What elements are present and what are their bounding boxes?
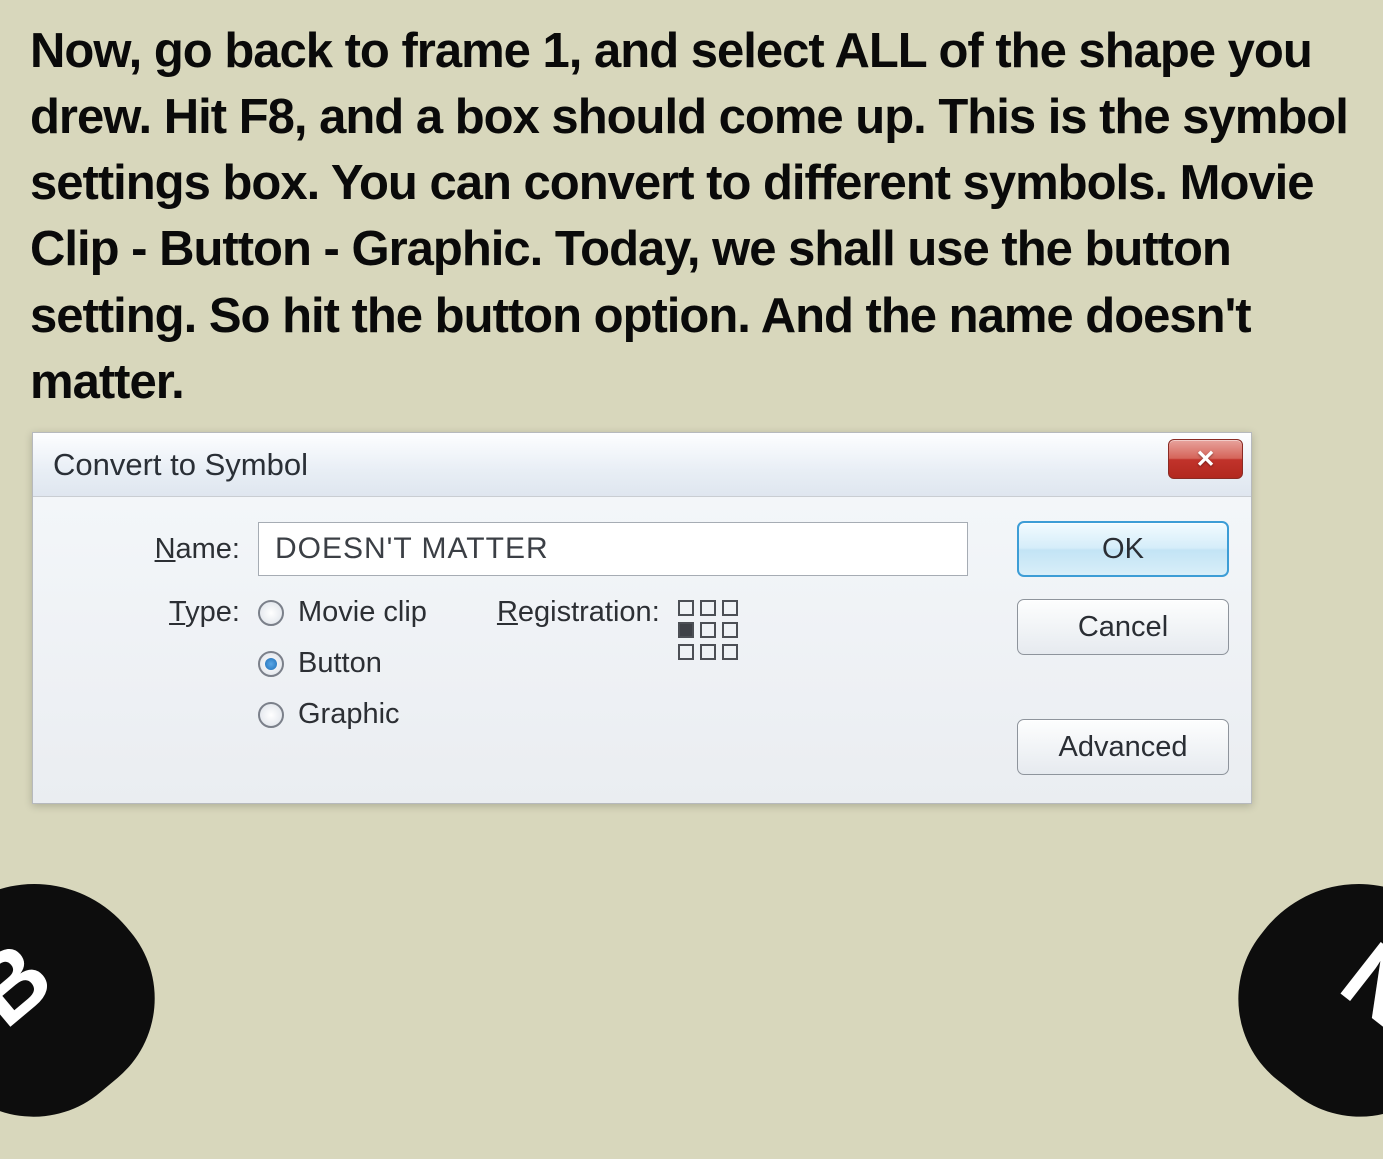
type-option-button[interactable]: Button [258, 647, 427, 680]
registration-grid[interactable] [678, 600, 738, 660]
name-label-accel: N [155, 533, 176, 565]
symbol-name-input[interactable] [258, 522, 968, 576]
radio-icon [258, 600, 284, 626]
registration-block: Registration: [497, 596, 738, 660]
radio-icon [258, 702, 284, 728]
badge-letter: N [1322, 921, 1383, 1049]
dialog-button-column: OK Cancel Advanced [1017, 521, 1229, 775]
registration-label: Registration: [497, 596, 660, 629]
reg-point-bc[interactable] [700, 644, 716, 660]
close-icon: ✕ [1195, 445, 1215, 474]
radio-label: Movie clip [298, 596, 427, 629]
ok-button[interactable]: OK [1017, 521, 1229, 577]
type-label: Type: [73, 596, 258, 629]
corner-badge-left: B [0, 835, 197, 1159]
type-option-graphic[interactable]: Graphic [258, 698, 427, 731]
reg-point-tr[interactable] [722, 600, 738, 616]
radio-label: Button [298, 647, 382, 680]
type-option-movie-clip[interactable]: Movie clip [258, 596, 427, 629]
cancel-button[interactable]: Cancel [1017, 599, 1229, 655]
name-label-rest: ame: [176, 533, 240, 565]
advanced-button[interactable]: Advanced [1017, 719, 1229, 775]
type-radio-group: Movie clip Button Graphic [258, 596, 427, 731]
reg-point-mc[interactable] [700, 622, 716, 638]
name-label: Name: [73, 533, 258, 566]
reg-point-mr[interactable] [722, 622, 738, 638]
reg-point-bl[interactable] [678, 644, 694, 660]
reg-point-tc[interactable] [700, 600, 716, 616]
type-label-accel: T [169, 596, 185, 628]
convert-to-symbol-dialog: Convert to Symbol ✕ Name: Type: Movie cl… [32, 432, 1252, 804]
dialog-title: Convert to Symbol [53, 447, 1241, 483]
registration-label-accel: R [497, 596, 518, 628]
tutorial-instruction-text: Now, go back to frame 1, and select ALL … [0, 0, 1383, 425]
corner-badge-right: N [1197, 836, 1383, 1159]
reg-point-ml[interactable] [678, 622, 694, 638]
radio-label: Graphic [298, 698, 400, 731]
close-button[interactable]: ✕ [1168, 439, 1243, 479]
registration-label-rest: egistration: [518, 596, 660, 628]
badge-letter: B [0, 920, 73, 1048]
radio-icon [258, 651, 284, 677]
reg-point-tl[interactable] [678, 600, 694, 616]
dialog-titlebar[interactable]: Convert to Symbol ✕ [33, 433, 1251, 497]
type-label-rest: ype: [185, 596, 240, 628]
reg-point-br[interactable] [722, 644, 738, 660]
